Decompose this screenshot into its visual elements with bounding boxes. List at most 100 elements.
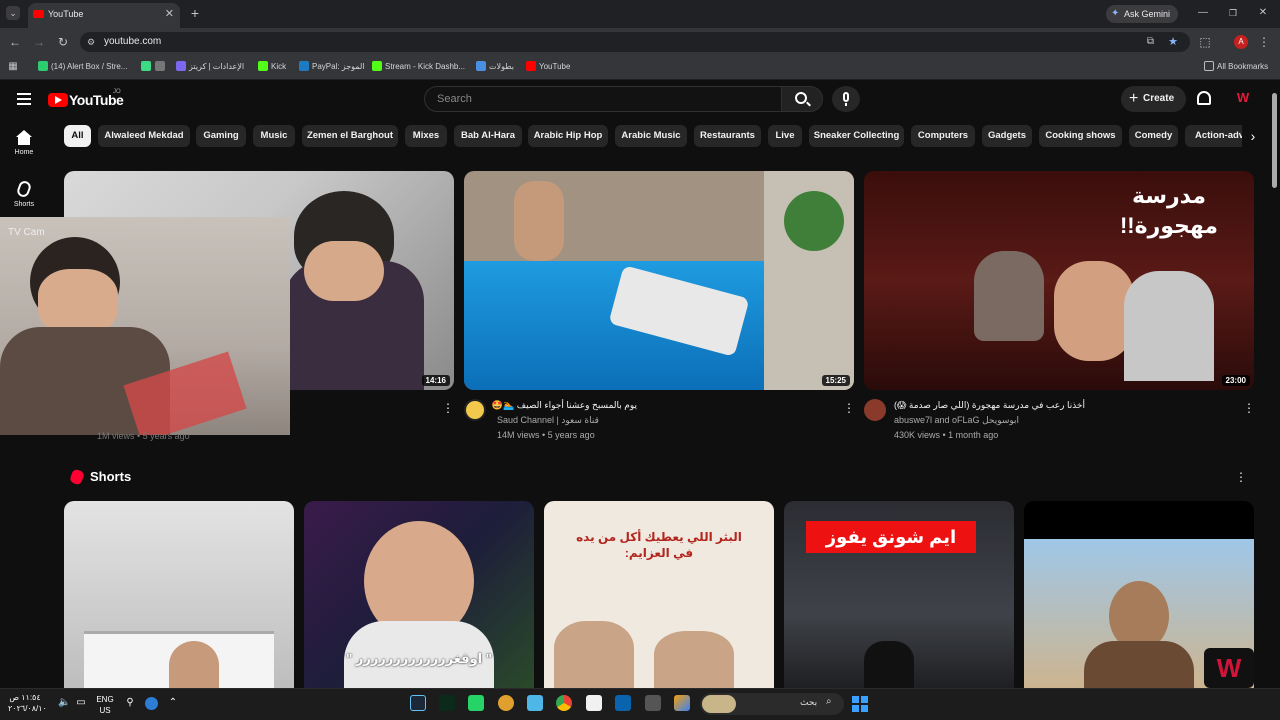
- app-f-icon[interactable]: [527, 695, 543, 711]
- chip-comedy[interactable]: Comedy: [1129, 125, 1178, 147]
- photos-icon[interactable]: [674, 695, 690, 711]
- close-tab-icon[interactable]: ✕: [165, 3, 174, 25]
- tab-search-icon[interactable]: ⌄: [6, 6, 20, 20]
- video-options-icon[interactable]: ⋮: [843, 402, 855, 414]
- chip-mixes[interactable]: Mixes: [405, 125, 447, 147]
- notifications-bell-icon[interactable]: [1197, 91, 1211, 105]
- bookmark-star-icon[interactable]: ★: [1168, 32, 1178, 52]
- steam-icon[interactable]: [410, 695, 426, 711]
- language-indicator[interactable]: ENG: [94, 695, 116, 704]
- chip-live[interactable]: Live: [768, 125, 802, 147]
- channel-avatar[interactable]: [464, 399, 486, 421]
- bookmark-item[interactable]: PayPal: الموجز: [299, 60, 365, 74]
- hamburger-menu-icon[interactable]: [17, 93, 31, 105]
- store-icon[interactable]: [645, 695, 661, 711]
- cast-icon[interactable]: ⧉: [1147, 32, 1154, 52]
- network-icon[interactable]: ▭: [75, 698, 87, 708]
- chrome-menu-icon[interactable]: ⋮: [1258, 35, 1270, 49]
- video-title[interactable]: أخذنا رعب في مدرسة مهجورة (اللي صار صدمة…: [894, 400, 1086, 411]
- paypal-icon: [299, 61, 309, 71]
- chat-app-icon[interactable]: [498, 695, 514, 711]
- youtube-favicon-icon: [526, 61, 536, 71]
- chip-alwaleed-mekdad[interactable]: Alwaleed Mekdad: [98, 125, 190, 147]
- address-bar[interactable]: ⚙ youtube.com ⧉ ★: [80, 32, 1190, 52]
- search-input[interactable]: Search: [424, 86, 782, 112]
- file-icon[interactable]: [586, 695, 602, 711]
- taskbar-search-label: بحث: [800, 697, 818, 707]
- whatsapp-icon[interactable]: [468, 695, 484, 711]
- restore-icon[interactable]: ❐: [1226, 6, 1240, 20]
- nav-home[interactable]: Home: [0, 130, 48, 156]
- video-thumbnail[interactable]: 15:25: [464, 171, 854, 390]
- back-icon[interactable]: ←: [8, 35, 22, 49]
- reload-icon[interactable]: ↻: [56, 35, 70, 49]
- bookmark-item[interactable]: [155, 60, 168, 74]
- chip-all[interactable]: All: [64, 125, 91, 147]
- close-window-icon[interactable]: ✕: [1256, 6, 1270, 20]
- nav-home-label: Home: [14, 149, 34, 156]
- chip-gadgets[interactable]: Gadgets: [982, 125, 1032, 147]
- clock-date[interactable]: ٢٠٢٦/٠٨/١٠: [8, 704, 47, 713]
- minimize-icon[interactable]: —: [1196, 6, 1210, 20]
- chip-cooking-shows[interactable]: Cooking shows: [1039, 125, 1122, 147]
- chips-next-arrow-icon[interactable]: ›: [1242, 125, 1264, 147]
- kreators-icon: [176, 61, 186, 71]
- channel-name[interactable]: abuswe7l and oFLaG ابوسويحل: [894, 415, 1019, 426]
- chip-gaming[interactable]: Gaming: [196, 125, 246, 147]
- video-title[interactable]: يوم بالمسبح وعشنا أجواء الصيف 🏊🤩: [492, 400, 637, 411]
- clock-time[interactable]: ١١:٥٤ ص: [8, 693, 42, 702]
- scrollbar-thumb[interactable]: [1272, 93, 1277, 188]
- short-thumbnail[interactable]: ايم شونق يفوز: [784, 501, 1014, 689]
- search-button[interactable]: [781, 86, 823, 112]
- video-options-icon[interactable]: ⋮: [442, 402, 454, 414]
- chip-zemen-el-barghout[interactable]: Zemen el Barghout: [302, 125, 398, 147]
- chip-restaurants[interactable]: Restaurants: [694, 125, 761, 147]
- region-indicator[interactable]: US: [94, 706, 116, 715]
- taskbar-search-box[interactable]: بحث ⌕: [700, 693, 844, 715]
- chip-arabic-hip-hop[interactable]: Arabic Hip Hop: [528, 125, 608, 147]
- video-thumbnail[interactable]: مدرسة مهجورة!! 23:00: [864, 171, 1254, 390]
- bookmark-item[interactable]: YouTube: [526, 60, 570, 74]
- bookmark-item[interactable]: الإعدادات | كريتز: [176, 60, 244, 74]
- voice-search-button[interactable]: [832, 86, 860, 112]
- chip-bab-al-hara[interactable]: Bab Al-Hara: [454, 125, 522, 147]
- microphone-tray-icon[interactable]: ⚲: [125, 698, 135, 708]
- bookmark-item[interactable]: Kick: [258, 60, 286, 74]
- video-options-icon[interactable]: ⋮: [1243, 402, 1255, 414]
- chip-action-adventure[interactable]: Action-adv: [1185, 125, 1245, 147]
- channel-avatar[interactable]: [864, 399, 886, 421]
- terminal-app-icon[interactable]: [439, 695, 455, 711]
- shorts-options-icon[interactable]: ⋮: [1235, 471, 1247, 483]
- short-thumbnail[interactable]: [64, 501, 294, 689]
- chip-arabic-music[interactable]: Arabic Music: [615, 125, 687, 147]
- site-info-icon[interactable]: ⚙: [87, 32, 95, 52]
- chip-sneaker-collecting[interactable]: Sneaker Collecting: [809, 125, 904, 147]
- channel-name[interactable]: Saud Channel | قناة سعود: [497, 415, 599, 426]
- video-duration: 23:00: [1221, 375, 1250, 386]
- tab-youtube[interactable]: YouTube ✕: [28, 3, 180, 28]
- chip-computers[interactable]: Computers: [911, 125, 975, 147]
- channel-avatar[interactable]: W: [1234, 90, 1252, 106]
- create-button[interactable]: + Create: [1121, 86, 1186, 112]
- nav-shorts[interactable]: Shorts: [0, 179, 48, 208]
- apps-grid-icon[interactable]: ▦: [7, 60, 19, 74]
- chip-music[interactable]: Music: [253, 125, 295, 147]
- ask-gemini-button[interactable]: ✦ Ask Gemini: [1106, 5, 1179, 23]
- short-thumbnail[interactable]: " اوقغررررررررررررر ": [304, 501, 534, 689]
- forward-icon[interactable]: →: [32, 35, 46, 49]
- windows-start-icon[interactable]: [852, 696, 868, 712]
- bookmark-item[interactable]: [141, 60, 154, 74]
- new-tab-button[interactable]: +: [188, 6, 202, 20]
- tray-app-icon[interactable]: [145, 697, 158, 710]
- bookmark-item[interactable]: (14) Alert Box / Stre...: [38, 60, 127, 74]
- short-thumbnail[interactable]: البثر اللي يعطيك أكل من يده في العزايم:: [544, 501, 774, 689]
- outlook-icon[interactable]: [615, 695, 631, 711]
- bookmark-item[interactable]: Stream - Kick Dashb...: [372, 60, 465, 74]
- chrome-icon[interactable]: [556, 695, 572, 711]
- profile-avatar[interactable]: A: [1234, 35, 1248, 49]
- extensions-icon[interactable]: ⬚: [1198, 35, 1212, 49]
- show-hidden-icons[interactable]: ⌃: [168, 698, 178, 708]
- all-bookmarks[interactable]: All Bookmarks: [1204, 60, 1268, 74]
- bookmark-item[interactable]: بطولات: [476, 60, 514, 74]
- volume-icon[interactable]: 🔈: [58, 698, 70, 708]
